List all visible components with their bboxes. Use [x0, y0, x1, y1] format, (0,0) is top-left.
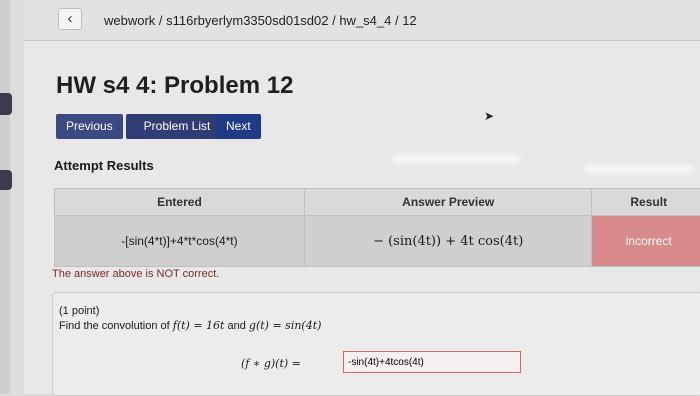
and-text: and [224, 320, 248, 332]
answer-preview-cell: − (sin(4t)) + 4t cos(4t) [304, 216, 592, 267]
status-message: The answer above is NOT correct. [52, 268, 219, 280]
next-button[interactable]: Next [216, 114, 261, 139]
attempt-results-heading: Attempt Results [54, 158, 154, 173]
answer-input[interactable] [343, 351, 521, 373]
f-definition: f(t) = 16t [173, 319, 225, 332]
mouse-pointer-icon: ➤ [484, 109, 494, 123]
screen-glare [392, 154, 520, 164]
left-edge-marker [0, 93, 12, 115]
top-bar: ‹ webwork / s116rbyerlym3350sd01sd02 / h… [24, 0, 700, 41]
screen-glare [584, 164, 694, 174]
column-header-entered: Entered [55, 189, 305, 216]
problem-statement: Find the convolution of f(t) = 16t and g… [59, 319, 321, 332]
statement-prefix: Find the convolution of [59, 320, 173, 332]
previous-button[interactable]: Previous [56, 114, 123, 139]
entered-cell: -[sin(4*t)]+4*t*cos(4*t) [55, 216, 305, 267]
column-header-answer-preview: Answer Preview [304, 189, 592, 216]
left-edge-marker [0, 170, 12, 190]
breadcrumb: webwork / s116rbyerlym3350sd01sd02 / hw_… [104, 13, 417, 28]
page: ‹ webwork / s116rbyerlym3350sd01sd02 / h… [24, 0, 700, 394]
problem-points: (1 point) [59, 305, 99, 317]
problem-list-button[interactable]: Problem List [126, 114, 228, 139]
answer-label: (f ∗ g)(t) = [241, 357, 351, 370]
table-row: -[sin(4*t)]+4*t*cos(4*t) − (sin(4t)) + 4… [55, 216, 700, 267]
back-button[interactable]: ‹ [58, 8, 82, 30]
page-title: HW s4 4: Problem 12 [56, 72, 293, 100]
result-cell: incorrect [592, 216, 700, 267]
problem-box: (1 point) Find the convolution of f(t) =… [52, 292, 700, 396]
attempt-results-table: Entered Answer Preview Result -[sin(4*t)… [54, 188, 700, 267]
g-definition: g(t) = sin(4t) [249, 319, 322, 332]
browser-left-edge [0, 0, 10, 394]
column-header-result: Result [592, 189, 700, 216]
